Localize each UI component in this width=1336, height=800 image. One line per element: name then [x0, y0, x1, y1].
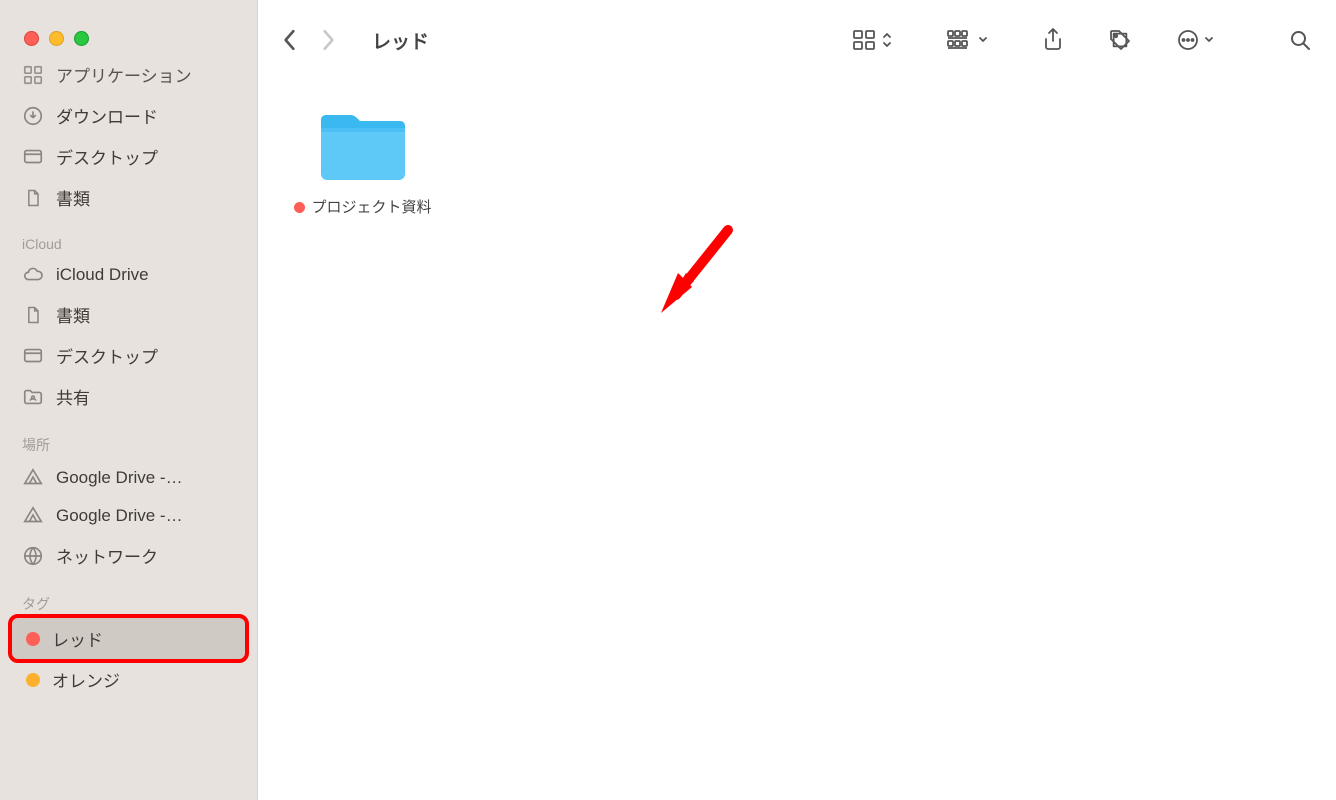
folder-name: プロジェクト資料 — [311, 198, 431, 218]
toolbar: レッド — [258, 0, 1336, 80]
nav-arrows — [282, 29, 336, 51]
sidebar-item-label: Google Drive -… — [56, 506, 183, 526]
document-icon — [22, 187, 44, 209]
sidebar-item-label: ネットワーク — [56, 543, 158, 568]
sidebar-item-label: Google Drive -… — [56, 468, 183, 488]
network-icon — [22, 545, 44, 567]
sidebar-tag-orange[interactable]: オレンジ — [12, 659, 245, 700]
main: レッド — [258, 0, 1336, 800]
group-by-button[interactable] — [946, 29, 988, 51]
tag-dot-orange — [26, 673, 40, 687]
cloud-icon — [22, 264, 44, 286]
folder-item[interactable]: プロジェクト資料 — [288, 108, 438, 218]
sidebar-section-icloud: iCloud — [12, 218, 245, 256]
share-button[interactable] — [1042, 27, 1064, 53]
document-icon — [22, 304, 44, 326]
search-button[interactable] — [1288, 28, 1312, 52]
sidebar-item-label: オレンジ — [52, 667, 120, 692]
gdrive-icon — [22, 467, 44, 489]
sidebar-item-icloud-documents[interactable]: 書類 — [12, 294, 245, 335]
sidebar-item-network[interactable]: ネットワーク — [12, 535, 245, 576]
minimize-window-button[interactable] — [49, 31, 64, 46]
gdrive-icon — [22, 505, 44, 527]
sidebar-item-label: 共有 — [56, 384, 90, 409]
sidebar-item-desktop[interactable]: デスクトップ — [12, 136, 245, 177]
maximize-window-button[interactable] — [74, 31, 89, 46]
download-icon — [22, 105, 44, 127]
shared-folder-icon — [22, 386, 44, 408]
sidebar-item-label: デスクトップ — [56, 144, 158, 169]
desktop-icon — [22, 345, 44, 367]
sidebar-section-locations: 場所 — [12, 417, 245, 459]
sidebar-item-icloud-drive[interactable]: iCloud Drive — [12, 256, 245, 294]
sidebar-item-label: 書類 — [56, 185, 90, 210]
view-icons-button[interactable] — [852, 29, 892, 51]
sidebar-section-tags: タグ — [12, 576, 245, 618]
sidebar-item-shared[interactable]: 共有 — [12, 376, 245, 417]
sidebar-item-label: レッド — [52, 626, 103, 651]
forward-button[interactable] — [320, 29, 336, 51]
sidebar-item-label: ダウンロード — [56, 103, 158, 128]
sidebar-item-label: アプリケーション — [56, 62, 192, 87]
back-button[interactable] — [282, 29, 298, 51]
apps-icon — [22, 64, 44, 86]
close-window-button[interactable] — [24, 31, 39, 46]
folder-label: プロジェクト資料 — [288, 198, 438, 218]
sidebar-list: アプリケーション ダウンロード デスクトップ 書類 iCloud iCloud — [0, 54, 257, 700]
folder-icon — [315, 108, 411, 188]
tags-button[interactable] — [1108, 28, 1132, 52]
sidebar-item-applications[interactable]: アプリケーション — [12, 54, 245, 95]
content-area[interactable]: プロジェクト資料 — [258, 80, 1336, 800]
tag-dot-icon — [294, 202, 305, 213]
desktop-icon — [22, 146, 44, 168]
sidebar-item-gdrive-1[interactable]: Google Drive -… — [12, 459, 245, 497]
sidebar: アプリケーション ダウンロード デスクトップ 書類 iCloud iCloud — [0, 0, 258, 800]
annotation-arrow — [658, 225, 738, 325]
tag-dot-red — [26, 632, 40, 646]
sidebar-item-label: デスクトップ — [56, 343, 158, 368]
sidebar-tag-red[interactable]: レッド — [12, 618, 245, 659]
sidebar-item-gdrive-2[interactable]: Google Drive -… — [12, 497, 245, 535]
more-actions-button[interactable] — [1176, 28, 1214, 52]
sidebar-item-downloads[interactable]: ダウンロード — [12, 95, 245, 136]
sidebar-item-label: iCloud Drive — [56, 265, 149, 285]
sidebar-item-label: 書類 — [56, 302, 90, 327]
window-controls — [0, 0, 257, 54]
sidebar-item-icloud-desktop[interactable]: デスクトップ — [12, 335, 245, 376]
window-title: レッド — [372, 27, 429, 54]
sidebar-item-documents[interactable]: 書類 — [12, 177, 245, 218]
